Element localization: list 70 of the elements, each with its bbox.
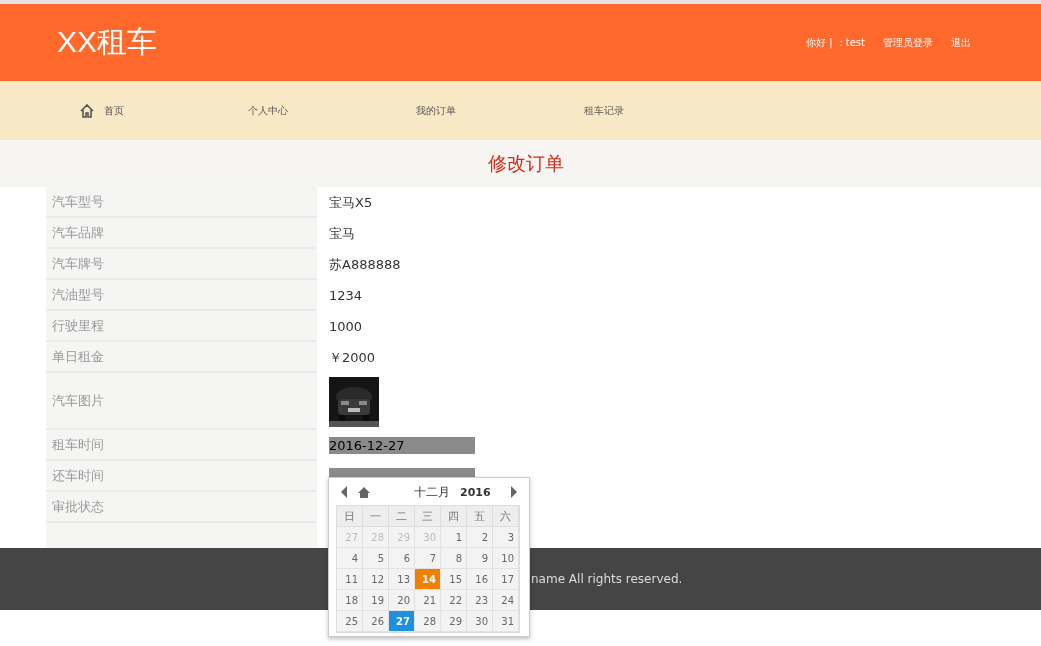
calendar-day[interactable]: 17 [493,569,519,590]
calendar-day[interactable]: 9 [467,548,493,569]
field-value: ￥2000 [329,348,376,367]
calendar-day[interactable]: 5 [363,548,389,569]
weekday-header: 二 [389,506,415,527]
weekday-header: 四 [441,506,467,527]
calendar-day[interactable]: 6 [389,548,415,569]
home-icon[interactable] [358,486,370,498]
field-value: 苏A888888 [329,255,401,274]
calendar-day[interactable]: 21 [415,590,441,611]
previous-month-icon[interactable] [340,486,348,498]
calendar-day[interactable]: 28 [415,611,441,632]
calendar-day[interactable]: 20 [389,590,415,611]
header-link[interactable]: 管理员登录 [883,35,933,50]
calendar-day[interactable]: 4 [337,548,363,569]
form-label: 汽车图片 [46,373,317,430]
calendar-day[interactable]: 24 [493,590,519,611]
home-icon [80,103,94,118]
calendar-day[interactable]: 13 [389,569,415,590]
calendar-day[interactable]: 1 [441,527,467,548]
field-value: 1234 [329,288,363,303]
nav-item[interactable]: 租车记录 [584,103,752,118]
calendar-day[interactable]: 29 [441,611,467,632]
form-label: 单日租金 [46,342,317,373]
date-field[interactable]: 2016-12-27 [329,437,475,454]
form-label: 租车时间 [46,430,317,461]
calendar-day[interactable]: 19 [363,590,389,611]
calendar-day[interactable]: 23 [467,590,493,611]
field-value: 1000 [329,319,363,334]
calendar-day[interactable]: 30 [467,611,493,632]
form-label: 汽车型号 [46,187,317,218]
weekday-header: 五 [467,506,493,527]
calendar-day[interactable]: 25 [337,611,363,632]
calendar-day[interactable]: 18 [337,590,363,611]
form-label: 还车时间 [46,461,317,492]
calendar-day[interactable]: 26 [363,611,389,632]
site-logo[interactable]: XX租车 [57,22,158,63]
month-label[interactable]: 十二月 [414,483,450,501]
form-label: 行驶里程 [46,311,317,342]
weekday-header: 日 [337,506,363,527]
calendar-day[interactable]: 15 [441,569,467,590]
greeting-text: 你好 | ：test [806,35,865,50]
field-value: 宝马X5 [329,193,373,212]
form-label: 汽车牌号 [46,249,317,280]
weekday-header: 三 [415,506,441,527]
nav-item[interactable]: 我的订单 [416,103,584,118]
year-label[interactable]: 2016 [460,485,491,499]
calendar-day[interactable]: 12 [363,569,389,590]
calendar-day[interactable]: 27 [389,611,415,632]
calendar-day[interactable]: 31 [493,611,519,632]
calendar-day[interactable]: 8 [441,548,467,569]
calendar-day[interactable]: 22 [441,590,467,611]
form-label: 审批状态 [46,492,317,523]
calendar-day[interactable]: 7 [415,548,441,569]
calendar-day[interactable]: 11 [337,569,363,590]
form-label: 汽车品牌 [46,218,317,249]
copyright-text: name All rights reserved. [531,572,683,586]
weekday-header: 六 [493,506,519,527]
header-link[interactable]: 退出 [951,35,971,50]
weekday-header: 一 [363,506,389,527]
nav-item[interactable]: 首页 [80,103,248,118]
field-value: 宝马 [329,224,355,243]
calendar-day[interactable]: 16 [467,569,493,590]
form-label: 汽油型号 [46,280,317,311]
calendar-day[interactable]: 3 [493,527,519,548]
next-month-icon[interactable] [510,486,518,498]
calendar-day[interactable]: 2 [467,527,493,548]
calendar-day[interactable]: 10 [493,548,519,569]
page-title: 修改订单 [487,150,564,176]
nav-item[interactable]: 个人中心 [248,103,416,118]
